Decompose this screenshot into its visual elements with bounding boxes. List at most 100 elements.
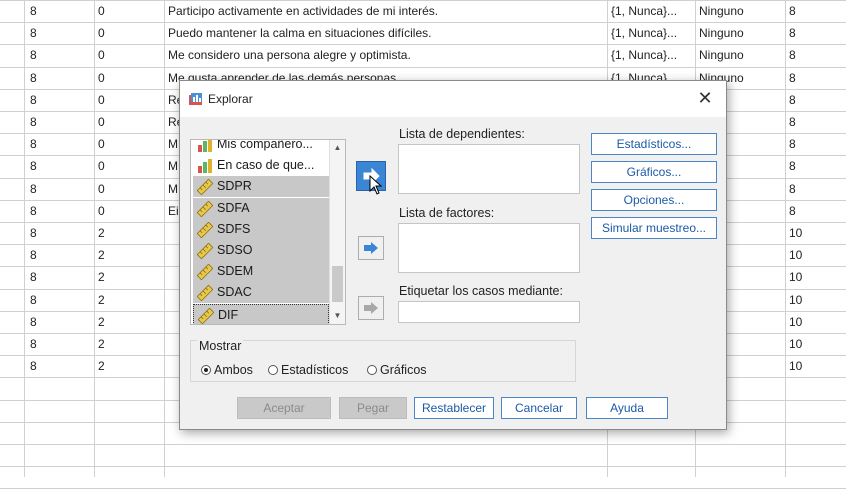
grid-cell[interactable]: Puedo mantener la calma en situaciones d… — [164, 22, 607, 44]
grid-cell[interactable]: 8 — [26, 355, 94, 377]
grid-cell[interactable]: 0 — [94, 89, 164, 111]
grid-cell[interactable]: 8 — [785, 200, 846, 222]
variable-item[interactable]: En caso de que... — [193, 155, 329, 176]
grid-cell[interactable]: {1, Nunca}... — [607, 44, 695, 66]
grid-cell[interactable]: 8 — [785, 133, 846, 155]
grid-cell[interactable]: 10 — [785, 355, 846, 377]
scale-ruler-icon — [197, 264, 213, 280]
grid-cell[interactable]: 10 — [785, 222, 846, 244]
display-statistics-radio[interactable]: Estadísticos — [268, 363, 348, 377]
grid-cell[interactable]: 2 — [94, 333, 164, 355]
grid-cell[interactable]: 2 — [94, 222, 164, 244]
label-cases-field[interactable] — [398, 301, 580, 323]
grid-cell[interactable]: 8 — [26, 155, 94, 177]
grid-cell[interactable]: 8 — [26, 89, 94, 111]
grid-cell[interactable]: 8 — [26, 289, 94, 311]
help-button[interactable]: Ayuda — [586, 397, 668, 419]
grid-cell[interactable]: 2 — [94, 311, 164, 333]
grid-cell[interactable]: 8 — [26, 44, 94, 66]
variable-item[interactable]: SDEM — [193, 261, 329, 282]
display-group: Mostrar Ambos Estadísticos Gráficos — [190, 339, 576, 382]
scroll-down-icon[interactable]: ▼ — [330, 308, 345, 324]
variable-item[interactable]: SDFS — [193, 219, 329, 240]
grid-cell[interactable]: Participo activamente en actividades de … — [164, 0, 607, 22]
grid-cell[interactable]: 8 — [785, 111, 846, 133]
move-to-factors-button[interactable] — [358, 236, 384, 260]
grid-cell[interactable]: 8 — [26, 266, 94, 288]
grid-cell[interactable]: 0 — [94, 111, 164, 133]
grid-cell[interactable]: 8 — [26, 222, 94, 244]
radio-selected-icon[interactable] — [201, 365, 211, 375]
grid-cell[interactable]: 0 — [94, 155, 164, 177]
grid-cell[interactable]: 10 — [785, 289, 846, 311]
grid-cell[interactable]: 0 — [94, 67, 164, 89]
source-variable-list[interactable]: ▲ ▼ Mis compañero... En caso de que... SDP… — [190, 139, 346, 325]
grid-cell[interactable]: 10 — [785, 311, 846, 333]
grid-cell[interactable]: 8 — [26, 133, 94, 155]
grid-cell[interactable]: 8 — [785, 178, 846, 200]
grid-cell[interactable]: 8 — [26, 22, 94, 44]
display-plots-label: Gráficos — [380, 363, 427, 377]
grid-cell[interactable]: 10 — [785, 244, 846, 266]
grid-cell[interactable]: {1, Nunca}... — [607, 0, 695, 22]
display-both-radio[interactable]: Ambos — [201, 363, 253, 377]
options-button[interactable]: Opciones... — [591, 189, 717, 211]
grid-cell[interactable]: 2 — [94, 244, 164, 266]
display-statistics-label: Estadísticos — [281, 363, 349, 377]
grid-cell[interactable]: 10 — [785, 266, 846, 288]
reset-button[interactable]: Restablecer — [414, 397, 494, 419]
grid-cell[interactable]: 0 — [94, 44, 164, 66]
close-icon[interactable]: ✕ — [694, 87, 716, 109]
mouse-pointer-icon — [369, 175, 383, 195]
grid-cell[interactable]: 0 — [94, 22, 164, 44]
grid-cell[interactable]: 8 — [785, 22, 846, 44]
grid-cell[interactable]: 10 — [785, 333, 846, 355]
grid-cell[interactable]: {1, Nunca}... — [607, 22, 695, 44]
paste-button: Pegar — [339, 397, 407, 419]
radio-empty-icon[interactable] — [268, 365, 278, 375]
grid-cell[interactable]: 2 — [94, 355, 164, 377]
variable-item[interactable]: DIF — [193, 304, 329, 324]
grid-cell[interactable]: 8 — [26, 111, 94, 133]
grid-cell[interactable]: 0 — [94, 178, 164, 200]
grid-cell[interactable]: 0 — [94, 133, 164, 155]
statistics-button[interactable]: Estadísticos... — [591, 133, 717, 155]
scale-ruler-icon — [197, 179, 213, 195]
scroll-up-icon[interactable]: ▲ — [330, 140, 345, 156]
grid-cell[interactable]: 0 — [94, 0, 164, 22]
dependents-list-label: Lista de dependientes: — [399, 127, 525, 141]
grid-cell[interactable]: 8 — [26, 244, 94, 266]
grid-cell[interactable]: 8 — [785, 44, 846, 66]
grid-cell[interactable]: 8 — [785, 0, 846, 22]
dependents-list[interactable] — [398, 144, 580, 194]
grid-cell[interactable]: Ninguno — [695, 0, 785, 22]
grid-cell[interactable]: 8 — [26, 333, 94, 355]
cancel-button[interactable]: Cancelar — [501, 397, 577, 419]
grid-cell[interactable]: Ninguno — [695, 44, 785, 66]
variable-item[interactable]: SDPR — [193, 176, 329, 197]
grid-cell[interactable]: Ninguno — [695, 22, 785, 44]
scrollbar-thumb[interactable] — [332, 266, 343, 302]
variable-item[interactable]: SDFA — [193, 198, 329, 219]
grid-cell[interactable]: 0 — [94, 200, 164, 222]
grid-cell[interactable]: 8 — [785, 67, 846, 89]
variable-item[interactable]: SDAC — [193, 282, 329, 303]
grid-cell[interactable]: 2 — [94, 266, 164, 288]
bootstrap-button[interactable]: Simular muestreo... — [591, 217, 717, 239]
grid-cell[interactable]: Me considero una persona alegre y optimi… — [164, 44, 607, 66]
grid-cell[interactable]: 2 — [94, 289, 164, 311]
display-plots-radio[interactable]: Gráficos — [367, 363, 427, 377]
radio-empty-icon[interactable] — [367, 365, 377, 375]
variable-item[interactable]: Mis compañero... — [193, 140, 329, 155]
grid-cell[interactable]: 8 — [785, 155, 846, 177]
grid-cell[interactable]: 8 — [26, 0, 94, 22]
grid-cell[interactable]: 8 — [26, 311, 94, 333]
grid-cell[interactable]: 8 — [26, 178, 94, 200]
grid-cell[interactable]: 8 — [26, 67, 94, 89]
grid-cell[interactable]: 8 — [785, 89, 846, 111]
plots-button[interactable]: Gráficos... — [591, 161, 717, 183]
factors-list[interactable] — [398, 223, 580, 273]
grid-cell[interactable]: 8 — [26, 200, 94, 222]
variable-list-scrollbar[interactable]: ▲ ▼ — [329, 140, 345, 324]
variable-item[interactable]: SDSO — [193, 240, 329, 261]
